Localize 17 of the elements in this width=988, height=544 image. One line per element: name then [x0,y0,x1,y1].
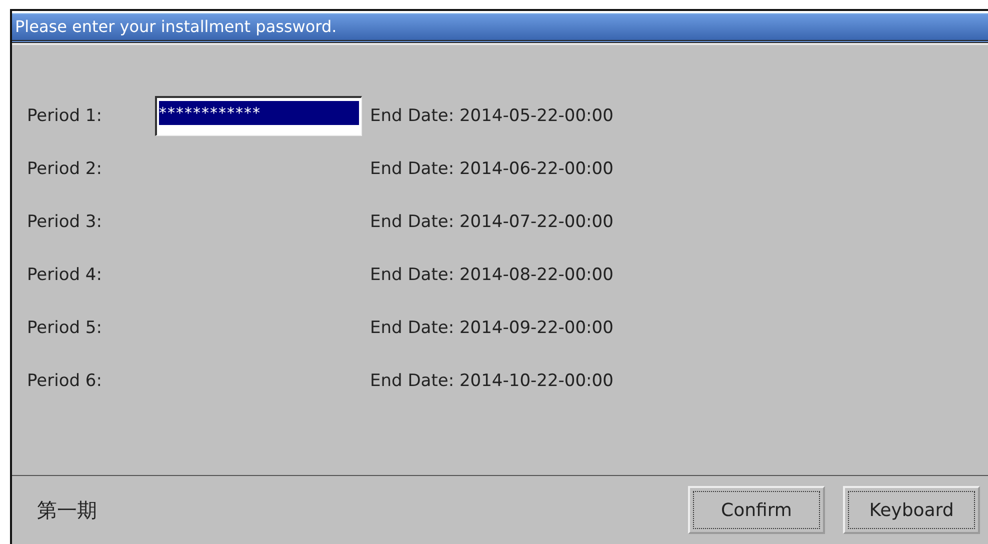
window-title: Please enter your installment password. [12,13,988,43]
end-date: End Date: 2014-07-22-00:00 [370,212,614,232]
period-label: Period 1: [27,106,103,126]
keyboard-button[interactable]: Keyboard [843,486,980,534]
period-label: Period 2: [27,158,103,178]
period-label: Period 4: [27,264,103,284]
period-label: Period 5: [27,318,103,338]
end-date: End Date: 2014-08-22-00:00 [370,264,614,284]
end-date: End Date: 2014-05-22-00:00 [370,106,614,126]
password-field[interactable]: ************ [155,96,362,136]
end-date: End Date: 2014-10-22-00:00 [370,370,614,390]
end-date: End Date: 2014-09-22-00:00 [370,318,614,338]
confirm-button[interactable]: Confirm [688,486,825,534]
period-caption: 第一期 [37,496,97,524]
period-label: Period 6: [27,370,103,390]
end-date: End Date: 2014-06-22-00:00 [370,158,614,178]
period-label: Period 3: [27,212,103,232]
